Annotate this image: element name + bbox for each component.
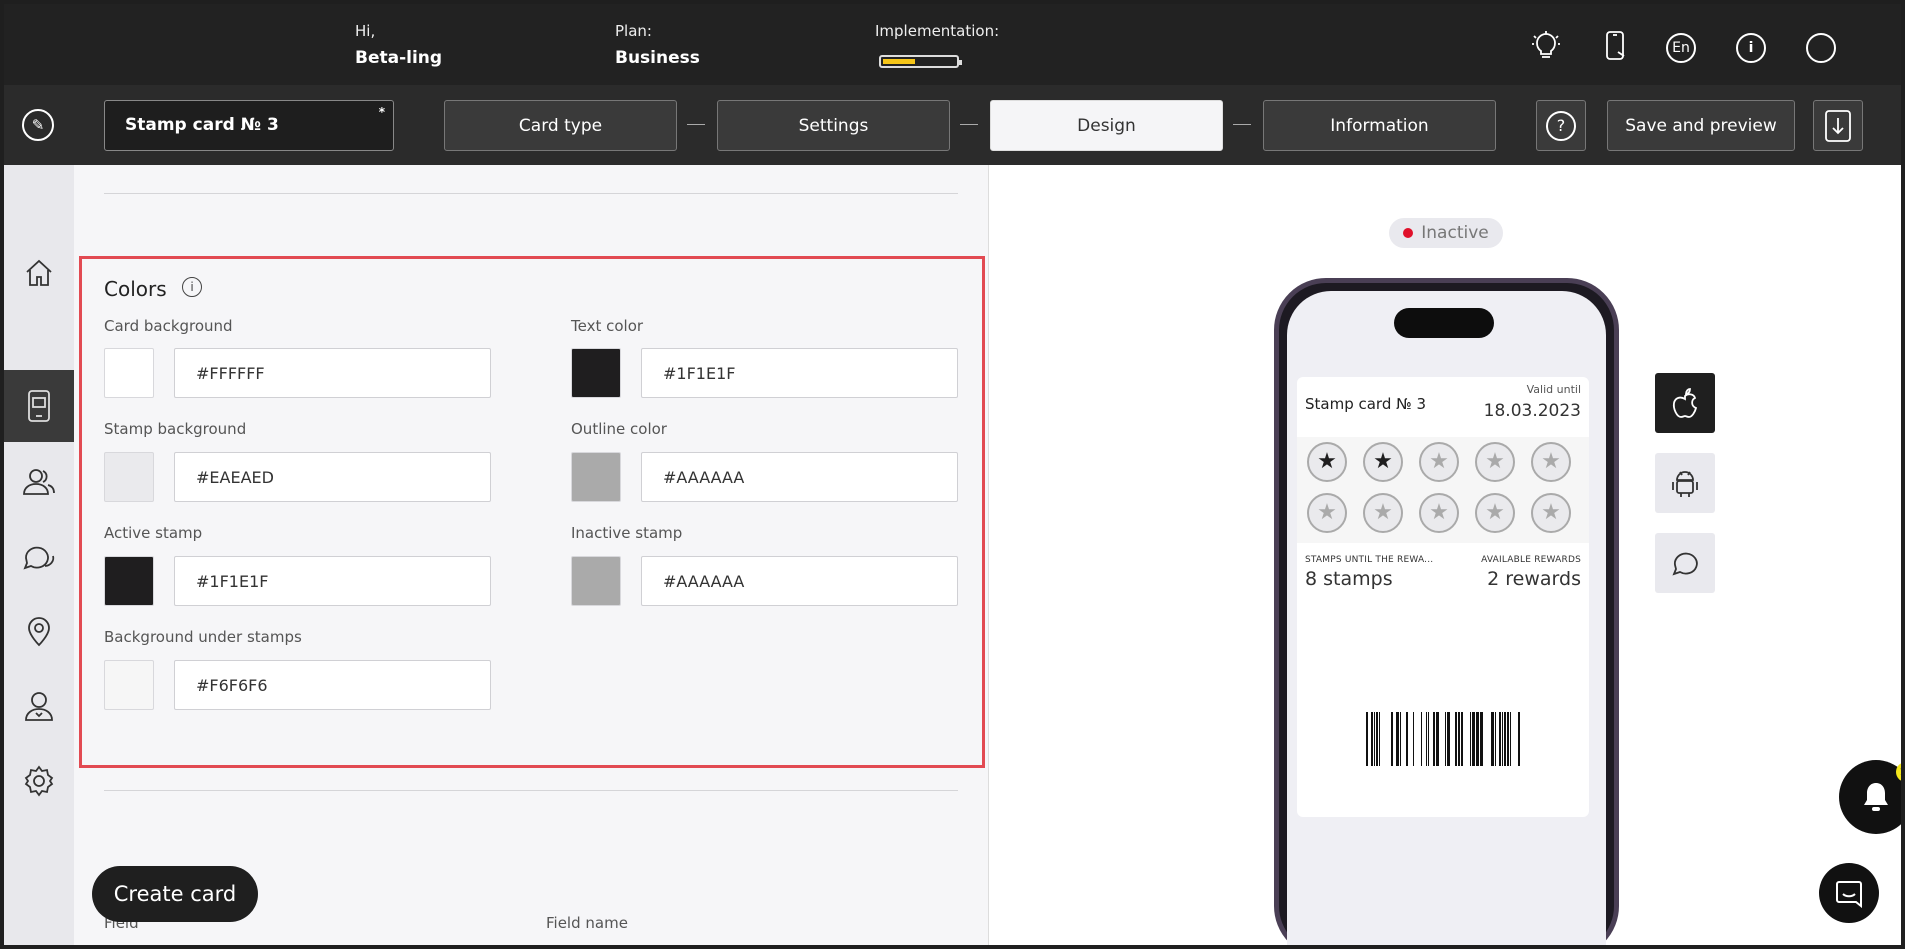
card-name-input[interactable]: Stamp card № 3 * <box>104 100 394 151</box>
stamps-until-value: 8 stamps <box>1305 568 1393 590</box>
stamp-inactive: ★ <box>1475 493 1515 533</box>
stamp-active: ★ <box>1307 442 1347 482</box>
stamp-inactive: ★ <box>1307 493 1347 533</box>
stamp-inactive: ★ <box>1475 442 1515 482</box>
notifications-button[interactable]: 10 <box>1839 760 1901 834</box>
sidebar <box>4 165 74 945</box>
inactive-stamp-label: Inactive stamp <box>571 524 683 542</box>
card-name-value: Stamp card № 3 <box>125 115 279 135</box>
chat-preview-button[interactable] <box>1655 533 1715 593</box>
available-rewards-label: AVAILABLE REWARDS <box>1481 555 1581 565</box>
greeting-label: Hi, <box>355 22 376 40</box>
tab-design[interactable]: Design <box>990 100 1223 151</box>
field-name-label: Field name <box>546 914 628 932</box>
phone-icon[interactable] <box>1598 28 1634 64</box>
download-icon <box>1825 109 1851 142</box>
create-card-button[interactable]: Create card <box>92 866 258 922</box>
download-button[interactable] <box>1813 100 1863 151</box>
status-text: Inactive <box>1421 223 1489 243</box>
info-icon[interactable]: i <box>1736 33 1766 63</box>
phone-mockup: Stamp card № 3 Valid until 18.03.2023 ★ ★… <box>1274 278 1619 945</box>
support-chat-icon <box>1836 881 1862 908</box>
implementation-progress-fill <box>883 59 916 64</box>
background-under-stamps-swatch[interactable] <box>104 660 154 710</box>
status-badge: Inactive <box>1389 218 1503 248</box>
language-icon[interactable]: En <box>1666 33 1696 63</box>
text-color-input[interactable]: #1F1E1F <box>641 348 958 398</box>
active-stamp-input[interactable]: #1F1E1F <box>174 556 491 606</box>
tab-information[interactable]: Information <box>1263 100 1496 151</box>
valid-until-label: Valid until <box>1526 383 1581 396</box>
card-background-label: Card background <box>104 317 233 335</box>
stamps-until-label: STAMPS UNTIL THE REWA... <box>1305 555 1434 565</box>
wallet-card-preview: Stamp card № 3 Valid until 18.03.2023 ★ ★… <box>1297 377 1589 817</box>
android-preview-button[interactable] <box>1655 453 1715 513</box>
settings-icon[interactable] <box>4 745 74 817</box>
design-form-panel: Colors i Card background #FFFFFF Text co… <box>74 165 988 945</box>
notifications-count-badge: 10 <box>1896 762 1901 782</box>
background-under-stamps-label: Background under stamps <box>104 628 302 646</box>
text-color-swatch[interactable] <box>571 348 621 398</box>
plan-label: Plan: <box>615 22 652 40</box>
tab-card-type[interactable]: Card type <box>444 100 677 151</box>
background-under-stamps-input[interactable]: #F6F6F6 <box>174 660 491 710</box>
tab-settings[interactable]: Settings <box>717 100 950 151</box>
bell-icon <box>1864 783 1888 811</box>
outline-color-input[interactable]: #AAAAAA <box>641 452 958 502</box>
active-stamp-label: Active stamp <box>104 524 203 542</box>
colors-info-icon[interactable]: i <box>182 277 202 297</box>
messages-icon[interactable] <box>4 520 74 592</box>
manager-icon[interactable] <box>4 670 74 742</box>
stamp-inactive: ★ <box>1419 442 1459 482</box>
required-marker: * <box>378 105 385 119</box>
barcode <box>1366 712 1520 766</box>
card-preview-title: Stamp card № 3 <box>1305 395 1427 413</box>
dynamic-island <box>1394 308 1494 338</box>
plan-value: Business <box>615 48 700 68</box>
status-dot <box>1403 228 1414 238</box>
save-and-preview-button[interactable]: Save and preview <box>1607 100 1795 151</box>
home-icon[interactable] <box>4 237 74 309</box>
stamp-background-input[interactable]: #EAEAED <box>174 452 491 502</box>
stamp-background-label: Stamp background <box>104 420 247 438</box>
inactive-stamp-input[interactable]: #AAAAAA <box>641 556 958 606</box>
editor-toolbar: ✎ Stamp card № 3 * Card type Settings De… <box>4 85 1901 165</box>
stamp-inactive: ★ <box>1419 493 1459 533</box>
stamps-grid: ★ ★ ★ ★ ★ ★ ★ ★ ★ ★ <box>1297 437 1589 543</box>
outline-color-label: Outline color <box>571 420 667 438</box>
card-background-swatch[interactable] <box>104 348 154 398</box>
implementation-progress <box>879 55 962 68</box>
apple-preview-button[interactable] <box>1655 373 1715 433</box>
support-chat-button[interactable] <box>1819 863 1879 923</box>
phone-screen: Stamp card № 3 Valid until 18.03.2023 ★ ★… <box>1287 291 1606 945</box>
profile-icon[interactable] <box>1806 33 1836 63</box>
cards-icon[interactable] <box>4 370 74 442</box>
help-icon: ? <box>1546 110 1576 141</box>
android-icon <box>1672 471 1698 497</box>
text-color-label: Text color <box>571 317 644 335</box>
active-stamp-swatch[interactable] <box>104 556 154 606</box>
implementation-label: Implementation: <box>875 22 1000 40</box>
stamp-inactive: ★ <box>1363 493 1403 533</box>
stamp-active: ★ <box>1363 442 1403 482</box>
lightbulb-icon[interactable] <box>1528 28 1564 64</box>
apple-icon <box>1672 388 1698 418</box>
help-button[interactable]: ? <box>1536 100 1586 151</box>
inactive-stamp-swatch[interactable] <box>571 556 621 606</box>
preview-panel: Inactive Stamp card № 3 Valid until 18.0… <box>988 165 1901 945</box>
card-background-input[interactable]: #FFFFFF <box>174 348 491 398</box>
chat-icon <box>1672 552 1698 576</box>
valid-until-date: 18.03.2023 <box>1483 401 1581 421</box>
clients-icon[interactable] <box>4 445 74 517</box>
location-icon[interactable] <box>4 595 74 667</box>
available-rewards-value: 2 rewards <box>1487 568 1581 590</box>
colors-title: Colors <box>104 277 167 301</box>
stamp-inactive: ★ <box>1531 442 1571 482</box>
user-name: Beta-ling <box>355 48 443 68</box>
top-header: Hi, Beta-ling Plan: Business Implementat… <box>4 4 1901 85</box>
stamp-inactive: ★ <box>1531 493 1571 533</box>
edit-pencil-icon[interactable]: ✎ <box>22 109 54 141</box>
stamp-background-swatch[interactable] <box>104 452 154 502</box>
outline-color-swatch[interactable] <box>571 452 621 502</box>
